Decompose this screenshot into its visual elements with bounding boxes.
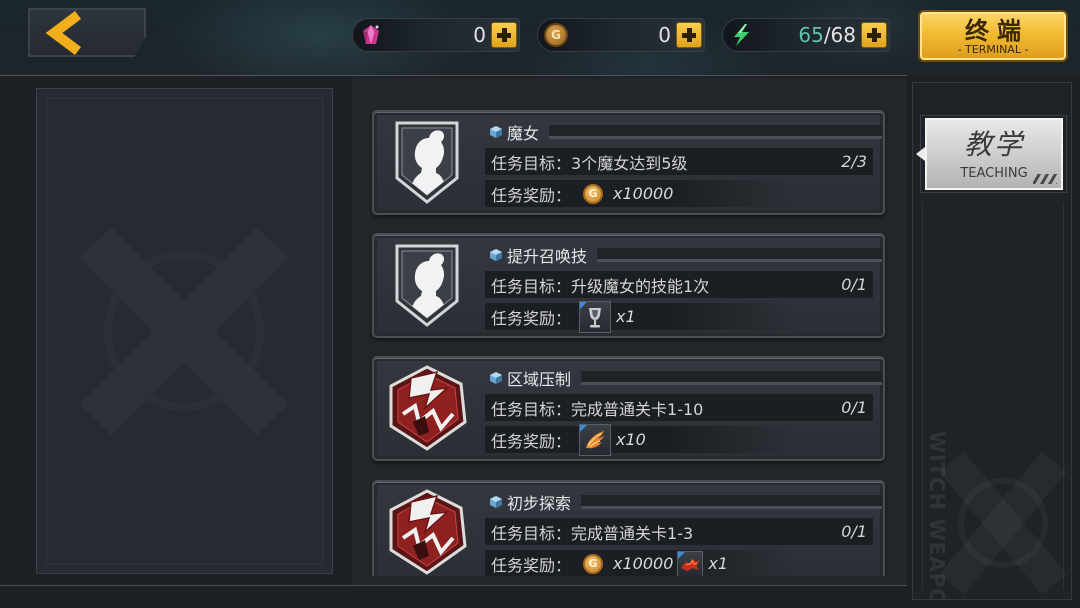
red-crest-icon: [385, 488, 469, 576]
title-stripe: [581, 371, 882, 385]
witch-silhouette-shield-icon: [392, 241, 462, 329]
back-button[interactable]: [28, 8, 146, 57]
reward-amount: x10: [616, 430, 646, 449]
objective-label: 任务目标：: [491, 153, 572, 173]
coin-glyph: G: [588, 186, 598, 200]
mission-progress: 2/3: [841, 152, 867, 171]
mission-progress: 0/1: [841, 522, 867, 541]
mission-card[interactable]: 魔女 任务目标： 3个魔女达到5级 2/3 任务奖励： G x10000: [372, 110, 885, 215]
mission-card[interactable]: 区域压制 任务目标： 完成普通关卡1-10 0/1 任务奖励： x10: [372, 356, 885, 461]
add-gold-button[interactable]: [676, 22, 702, 48]
mission-card[interactable]: 提升召唤技 任务目标： 升级魔女的技能1次 0/1 任务奖励： x1: [372, 233, 885, 338]
objective-text: 完成普通关卡1-10: [571, 399, 704, 419]
panel-rule: [1063, 203, 1064, 589]
mission-progress: 0/1: [841, 275, 867, 294]
red-beast-item-icon: [677, 550, 704, 576]
reward-amount: x1: [616, 307, 636, 326]
reward-amount: x10000: [613, 184, 674, 203]
reward-label: 任务奖励：: [491, 555, 572, 575]
mission-reward-row: 任务奖励： x1: [485, 300, 795, 333]
mission-objective-row: 任务目标： 升级魔女的技能1次 0/1: [485, 271, 873, 298]
reward-label: 任务奖励：: [491, 431, 572, 451]
reward-amount: x10000: [613, 554, 674, 573]
mission-title-row: 初步探索: [485, 491, 882, 513]
top-divider: [0, 75, 907, 76]
witch-silhouette-shield-icon: [392, 118, 462, 206]
objective-label: 任务目标：: [491, 399, 572, 419]
objective-text: 完成普通关卡1-3: [571, 523, 694, 543]
objective-text: 3个魔女达到5级: [571, 153, 688, 173]
mission-progress: 0/1: [841, 398, 867, 417]
title-stripe: [597, 248, 882, 262]
crystal-amount: 0: [473, 23, 486, 47]
mission-objective-row: 任务目标： 完成普通关卡1-10 0/1: [485, 394, 873, 421]
mission-title-row: 提升召唤技: [485, 244, 882, 266]
objective-label: 任务目标：: [491, 523, 572, 543]
terminal-button[interactable]: 终端 - TERMINAL -: [918, 10, 1068, 62]
coin-glyph: G: [588, 556, 598, 570]
reward-label: 任务奖励：: [491, 185, 572, 205]
reward-label: 任务奖励：: [491, 308, 572, 328]
gold-coin-icon: G: [544, 23, 568, 47]
title-stripe: [581, 495, 882, 509]
pink-crystal-icon: [358, 22, 384, 48]
mission-title: 初步探索: [507, 494, 572, 513]
mission-title: 区域压制: [507, 370, 572, 389]
coin-glyph: G: [551, 28, 561, 42]
mission-title-row: 魔女: [485, 121, 882, 143]
tab-teaching-label: 教学: [963, 128, 1024, 161]
crystal-resource: 0: [352, 18, 520, 52]
mission-list[interactable]: 魔女 任务目标： 3个魔女达到5级 2/3 任务奖励： G x10000 提升召…: [352, 88, 907, 576]
mission-reward-row: 任务奖励： x10: [485, 423, 795, 456]
terminal-label: 终端: [965, 17, 1029, 45]
chalice-item-icon: [579, 300, 612, 333]
gold-coin-icon: G: [583, 183, 604, 204]
gold-coin-icon: G: [583, 553, 604, 574]
gold-resource: G 0: [537, 18, 705, 52]
objective-label: 任务目标：: [491, 276, 572, 296]
add-crystal-button[interactable]: [491, 22, 517, 48]
stamina-current: 65: [798, 23, 824, 47]
cube-icon: [490, 496, 502, 508]
red-crest-icon: [385, 364, 469, 452]
wings-item-icon: [579, 423, 612, 456]
green-lightning-icon: [728, 22, 754, 48]
terminal-sublabel: - TERMINAL -: [957, 43, 1029, 56]
cube-icon: [490, 126, 502, 138]
title-stripe: [549, 125, 882, 139]
mission-title: 魔女: [507, 124, 540, 143]
game-logo-watermark: WITCH WEAPON: [925, 431, 949, 600]
reward-amount: x1: [708, 554, 729, 573]
mission-card[interactable]: 初步探索 任务目标： 完成普通关卡1-3 0/1 任务奖励： G x10000 …: [372, 480, 885, 576]
preview-panel: [36, 88, 333, 574]
mission-objective-row: 任务目标： 完成普通关卡1-3 0/1: [485, 518, 873, 545]
tab-teaching[interactable]: 教学 TEACHING: [916, 118, 1063, 190]
mission-reward-row: 任务奖励： G x10000: [485, 180, 795, 207]
cube-icon: [490, 372, 502, 384]
mission-objective-row: 任务目标： 3个魔女达到5级 2/3: [485, 148, 873, 175]
panel-rule: [922, 203, 923, 589]
objective-text: 升级魔女的技能1次: [571, 276, 710, 296]
cube-icon: [490, 249, 502, 261]
stamina-amount: 65/68: [798, 19, 856, 51]
gold-amount: 0: [658, 23, 671, 47]
bottom-divider: [0, 585, 907, 586]
add-stamina-button[interactable]: [861, 22, 887, 48]
mission-reward-row: 任务奖励： G x10000 x1: [485, 550, 795, 576]
chevron-left-icon: [45, 11, 81, 55]
stamina-max: /68: [823, 23, 856, 47]
stamina-resource: 65/68: [722, 18, 890, 52]
top-bar: 0 G 0 65/68 终端 - TERMINAL -: [0, 0, 1080, 76]
tab-teaching-sublabel: TEACHING: [960, 166, 1028, 181]
mission-title: 提升召唤技: [507, 247, 588, 266]
mission-title-row: 区域压制: [485, 367, 882, 389]
